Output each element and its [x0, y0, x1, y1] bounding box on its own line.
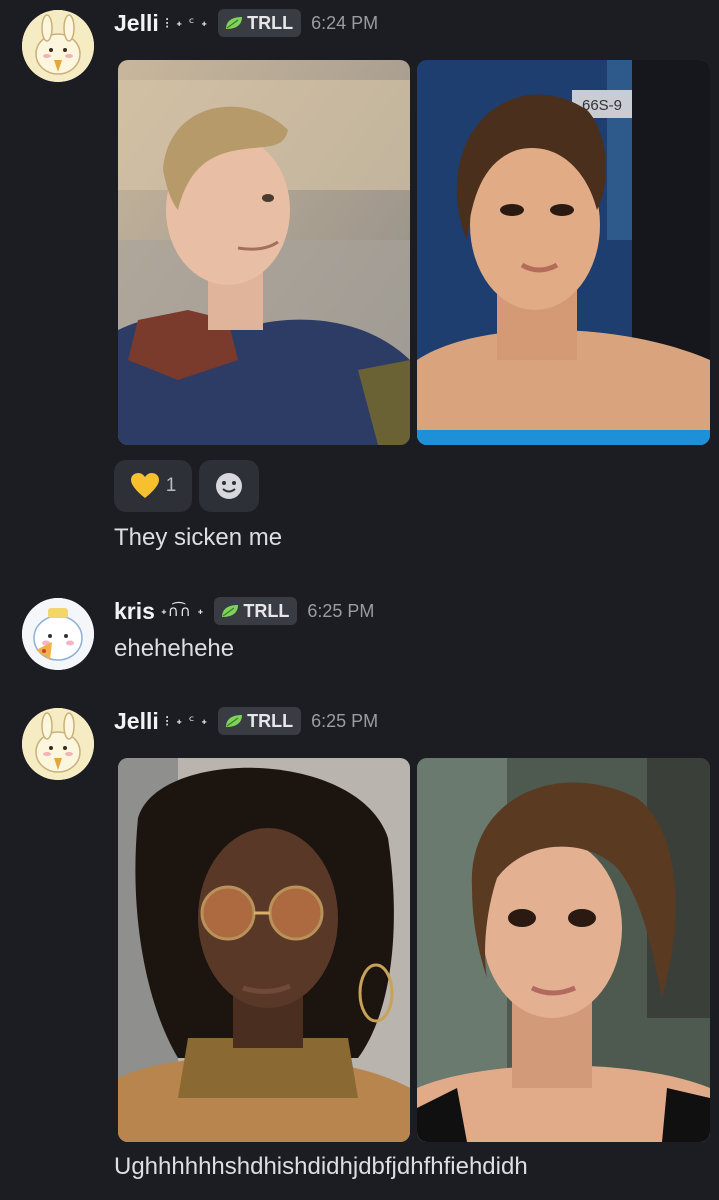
timestamp: 6:24 PM	[311, 12, 379, 33]
message-content: Ughhhhhhshdhishdidhjdbfjdhfhfiehdidh	[114, 1153, 528, 1180]
leaf-icon	[226, 17, 243, 29]
username-decoration: ⁝ ˖ ᶜ ˖	[164, 14, 209, 32]
message-header: Jelli ⁝ ˖ ᶜ ˖ TRLL 6:25 PM	[114, 703, 378, 739]
avatar[interactable]	[22, 10, 94, 82]
yellow-heart-icon	[130, 473, 159, 498]
server-tag[interactable]: TRLL	[218, 707, 302, 735]
timestamp: 6:25 PM	[307, 600, 375, 621]
reaction-count: 1	[165, 475, 177, 496]
avatar[interactable]	[22, 598, 94, 670]
username[interactable]: Jelli	[114, 10, 159, 37]
server-tag-label: TRLL	[247, 12, 294, 33]
message-header: kris ˖∩͡∩ ˖ TRLL 6:25 PM	[114, 593, 374, 629]
add-reaction-icon	[216, 473, 242, 499]
server-tag[interactable]: TRLL	[214, 597, 298, 625]
username-decoration: ⁝ ˖ ᶜ ˖	[164, 712, 209, 730]
timestamp: 6:25 PM	[311, 710, 379, 731]
attachment-image[interactable]	[118, 60, 410, 445]
reaction-heart[interactable]: 1	[114, 460, 192, 512]
add-reaction-button[interactable]	[199, 460, 259, 512]
username-decoration: ˖∩͡∩ ˖	[160, 602, 205, 620]
message-header: Jelli ⁝ ˖ ᶜ ˖ TRLL 6:24 PM	[114, 5, 378, 41]
server-tag[interactable]: TRLL	[218, 9, 302, 37]
username[interactable]: Jelli	[114, 708, 159, 735]
avatar[interactable]	[22, 708, 94, 780]
attachment-image[interactable]	[417, 758, 710, 1142]
server-tag-label: TRLL	[243, 600, 290, 621]
leaf-icon	[226, 715, 243, 727]
username[interactable]: kris	[114, 598, 155, 625]
attachment-image[interactable]	[118, 758, 410, 1142]
leaf-icon	[222, 605, 239, 617]
message-content: They sicken me	[114, 524, 283, 551]
server-tag-label: TRLL	[247, 710, 294, 731]
attachment-image[interactable]: 66S-9	[417, 60, 710, 445]
message-content: ehehehehe	[114, 635, 235, 662]
